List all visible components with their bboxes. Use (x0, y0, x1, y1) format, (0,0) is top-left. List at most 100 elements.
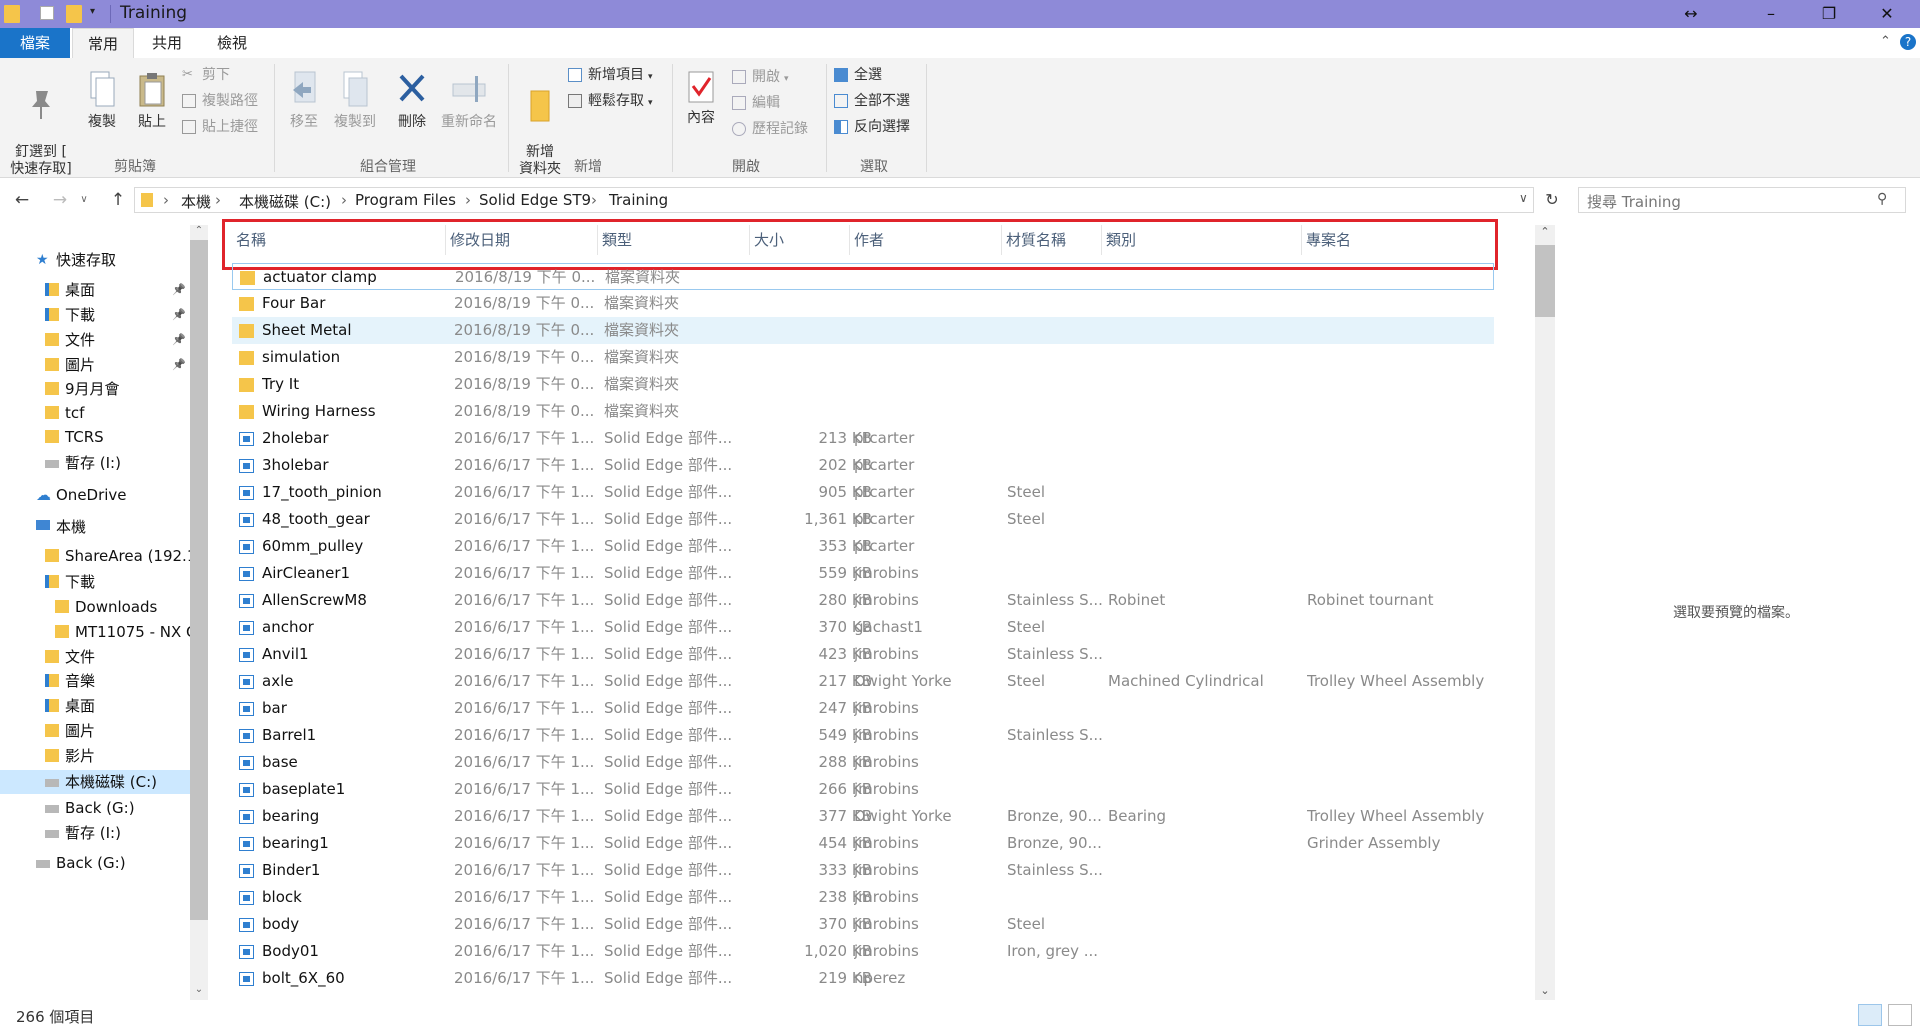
file-row[interactable]: Barrel1 2016/6/17 下午 1... Solid Edge 部件...… (232, 722, 1494, 749)
collapse-ribbon-icon[interactable]: ⌃ (1880, 34, 1891, 49)
breadcrumb-program-files[interactable]: Program Files (355, 191, 456, 209)
easy-access-button[interactable]: 輕鬆存取 ▾ (566, 90, 653, 112)
file-row[interactable]: Anvil1 2016/6/17 下午 1... Solid Edge 部件... 4… (232, 641, 1494, 668)
nav-item[interactable]: 下載 (45, 570, 95, 594)
nav-item[interactable]: 文件 📌 (45, 328, 186, 352)
paste-button[interactable]: 貼上 (132, 70, 172, 131)
pin-icon[interactable]: 📌 (172, 328, 186, 352)
nav-item[interactable]: ☁ OneDrive (36, 483, 127, 507)
nav-item[interactable]: 桌面 📌 (45, 278, 186, 302)
tab-view[interactable]: 檢視 (202, 28, 262, 58)
nav-item[interactable]: 下載 📌 (45, 303, 186, 327)
nav-item[interactable]: 9月月會 (45, 377, 120, 401)
customize-toolbar-icon[interactable]: ▾ (90, 6, 106, 24)
search-input[interactable]: 搜尋 Training ⚲ (1578, 187, 1906, 213)
file-row[interactable]: Binder1 2016/6/17 下午 1... Solid Edge 部件...… (232, 857, 1494, 884)
pin-to-quick-access-button[interactable]: 釘選到 [ 快速存取] (6, 70, 76, 178)
nav-item[interactable]: Back (G:) (36, 851, 126, 875)
pin-icon[interactable]: 📌 (172, 278, 186, 302)
file-row[interactable]: 60mm_pulley 2016/6/17 下午 1... Solid Edge 部… (232, 533, 1494, 560)
nav-item[interactable]: Back (G:) (45, 796, 135, 820)
select-none-button[interactable]: 全部不選 (832, 90, 910, 112)
up-arrow-icon[interactable]: ↑ (106, 188, 130, 212)
copy-button[interactable]: 複製 (82, 70, 122, 131)
nav-item[interactable]: 暫存 (I:) (45, 451, 121, 475)
maximize-button[interactable]: ❐ (1800, 0, 1858, 28)
nav-item[interactable]: 影片 (45, 744, 95, 768)
tab-home[interactable]: 常用 (72, 28, 134, 58)
invert-selection-button[interactable]: 反向選擇 (832, 116, 910, 138)
file-row[interactable]: base 2016/6/17 下午 1... Solid Edge 部件... 288… (232, 749, 1494, 776)
copy-path-button[interactable]: 複製路徑 (180, 90, 258, 112)
file-row[interactable]: bearing 2016/6/17 下午 1... Solid Edge 部件...… (232, 803, 1494, 830)
nav-item[interactable]: 圖片 📌 (45, 353, 186, 377)
nav-item[interactable]: 圖片 (45, 719, 95, 743)
file-row[interactable]: Body01 2016/6/17 下午 1... Solid Edge 部件... 1… (232, 938, 1494, 965)
breadcrumb-training[interactable]: Training (609, 191, 668, 209)
file-row[interactable]: bar 2016/6/17 下午 1... Solid Edge 部件... 247 … (232, 695, 1494, 722)
navpane-scroll-thumb[interactable] (190, 240, 208, 920)
nav-item[interactable]: 本機磁碟 (C:) (0, 770, 190, 794)
nav-item[interactable]: 暫存 (I:) (45, 821, 121, 845)
file-row[interactable]: Try It 2016/8/19 下午 0... 檔案資料夾 (232, 371, 1494, 398)
cut-button[interactable]: ✂ 剪下 (180, 64, 230, 86)
file-row[interactable]: AllenScrewM8 2016/6/17 下午 1... Solid Edge … (232, 587, 1494, 614)
new-folder-button[interactable]: 新增 資料夾 (512, 70, 568, 178)
open-button[interactable]: 開啟 ▾ (730, 66, 789, 88)
file-row[interactable]: bearing1 2016/6/17 下午 1... Solid Edge 部件..… (232, 830, 1494, 857)
breadcrumb-separator-icon[interactable]: › (163, 191, 169, 209)
pin-icon[interactable]: 📌 (172, 353, 186, 377)
scroll-up-icon[interactable]: ⌃ (190, 225, 208, 239)
chevron-down-icon[interactable]: ∨ (1519, 191, 1528, 205)
file-row[interactable]: AirCleaner1 2016/6/17 下午 1... Solid Edge 部… (232, 560, 1494, 587)
file-row[interactable]: block 2016/6/17 下午 1... Solid Edge 部件... 23… (232, 884, 1494, 911)
breadcrumb-separator-icon[interactable]: › (591, 191, 597, 209)
scroll-up-icon[interactable]: ⌃ (1535, 225, 1555, 241)
file-row[interactable]: anchor 2016/6/17 下午 1... Solid Edge 部件... 3… (232, 614, 1494, 641)
file-row[interactable]: 48_tooth_gear 2016/6/17 下午 1... Solid Edge… (232, 506, 1494, 533)
large-icons-view-icon[interactable] (1888, 1004, 1912, 1026)
file-row[interactable]: Wiring Harness 2016/8/19 下午 0... 檔案資料夾 (232, 398, 1494, 425)
file-row[interactable]: Sheet Metal 2016/8/19 下午 0... 檔案資料夾 (232, 317, 1494, 344)
back-arrow-icon[interactable]: ← (10, 188, 34, 212)
scroll-down-icon[interactable]: ⌄ (1535, 984, 1555, 1000)
nav-item[interactable]: 文件 (45, 645, 95, 669)
edit-button[interactable]: 編輯 (730, 92, 780, 114)
close-button[interactable]: ✕ (1858, 0, 1916, 28)
file-list-scroll-thumb[interactable] (1535, 245, 1555, 317)
details-view-icon[interactable] (1858, 1004, 1882, 1026)
file-row[interactable]: 2holebar 2016/6/17 下午 1... Solid Edge 部件..… (232, 425, 1494, 452)
nav-item[interactable]: TCRS (45, 425, 104, 449)
tab-file[interactable]: 檔案 (0, 28, 70, 58)
file-row[interactable]: baseplate1 2016/6/17 下午 1... Solid Edge 部件… (232, 776, 1494, 803)
tab-share[interactable]: 共用 (138, 28, 196, 58)
history-button[interactable]: 歷程記錄 (730, 118, 808, 140)
file-row[interactable]: body 2016/6/17 下午 1... Solid Edge 部件... 370… (232, 911, 1494, 938)
nav-item[interactable]: tcf (45, 401, 84, 425)
move-to-button[interactable]: 移至 (284, 70, 324, 131)
file-list-scrollbar[interactable] (1535, 225, 1555, 1000)
new-folder-icon[interactable] (66, 5, 82, 23)
properties-button[interactable]: 內容 (680, 70, 722, 127)
breadcrumb-separator-icon[interactable]: › (341, 191, 347, 209)
select-all-button[interactable]: 全選 (832, 64, 882, 86)
breadcrumb-separator-icon[interactable]: › (465, 191, 471, 209)
nav-item[interactable]: 音樂 (45, 669, 95, 693)
breadcrumb-solid-edge[interactable]: Solid Edge ST9 (479, 191, 591, 209)
refresh-icon[interactable]: ↻ (1540, 188, 1564, 212)
recent-locations-chevron-icon[interactable]: ∨ (72, 188, 96, 212)
file-row[interactable]: actuator clamp 2016/8/19 下午 0... 檔案資料夾 (232, 263, 1494, 290)
copy-to-button[interactable]: 複製到 (330, 70, 380, 131)
nav-item[interactable]: 本機 (36, 515, 86, 539)
address-bar[interactable]: › 本機 › 本機磁碟 (C:) › Program Files › Solid… (134, 187, 1534, 213)
scroll-down-icon[interactable]: ⌄ (190, 984, 208, 998)
nav-item[interactable]: 桌面 (45, 694, 95, 718)
help-icon[interactable]: ? (1900, 34, 1916, 50)
nav-item[interactable]: ShareArea (192.16 (45, 544, 190, 568)
new-item-button[interactable]: 新增項目 ▾ (566, 64, 653, 86)
paste-shortcut-button[interactable]: 貼上捷徑 (180, 116, 258, 138)
pin-icon[interactable]: 📌 (172, 303, 186, 327)
file-row[interactable]: Four Bar 2016/8/19 下午 0... 檔案資料夾 (232, 290, 1494, 317)
rename-button[interactable]: 重新命名 (436, 70, 502, 131)
file-row[interactable]: bolt_6X_60 2016/6/17 下午 1... Solid Edge 部件… (232, 965, 1494, 992)
